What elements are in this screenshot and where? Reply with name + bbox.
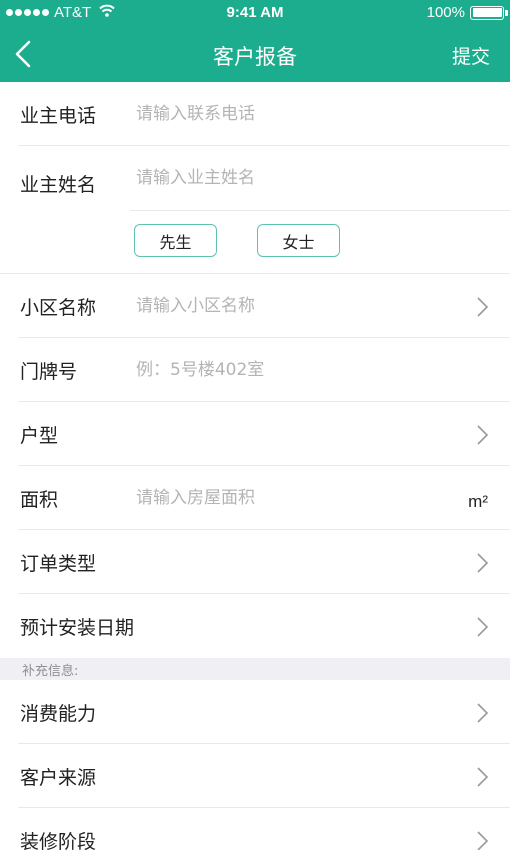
community-label: 小区名称 — [20, 296, 97, 319]
owner-name-block: 业主姓名 先生 女士 — [0, 146, 510, 274]
house-type-label: 户型 — [20, 424, 59, 447]
order-type-row[interactable]: 订单类型 — [0, 530, 510, 594]
battery-level-fill — [472, 8, 502, 17]
door-number-row: 门牌号 — [0, 338, 510, 402]
owner-phone-input[interactable] — [136, 104, 436, 124]
chevron-right-icon — [477, 767, 489, 787]
gender-selector: 先生 女士 — [134, 224, 340, 257]
chevron-right-icon — [477, 553, 489, 573]
back-button[interactable] — [14, 38, 44, 70]
owner-name-input[interactable] — [136, 168, 436, 188]
owner-name-divider — [130, 210, 510, 211]
door-number-label: 门牌号 — [20, 360, 78, 383]
chevron-right-icon — [477, 425, 489, 445]
report-form: 业主电话 业主姓名 先生 女士 小区名称 门牌号 户型 面积 m² 订单类型 — [0, 82, 510, 850]
submit-button[interactable]: 提交 — [452, 42, 490, 69]
spending-power-label: 消费能力 — [20, 702, 97, 725]
battery-icon — [470, 5, 508, 20]
supplement-section-header: 补充信息: — [0, 658, 510, 680]
customer-source-label: 客户来源 — [20, 766, 97, 789]
status-right: 100% — [426, 4, 508, 21]
order-type-label: 订单类型 — [20, 552, 97, 575]
owner-name-label: 业主姓名 — [20, 174, 97, 196]
community-input[interactable] — [136, 296, 436, 316]
area-row: 面积 m² — [0, 466, 510, 530]
chevron-right-icon — [477, 617, 489, 637]
battery-percent: 100% — [426, 4, 465, 21]
chevron-right-icon — [477, 297, 489, 317]
renovation-stage-row[interactable]: 装修阶段 — [0, 808, 510, 850]
community-row[interactable]: 小区名称 — [0, 274, 510, 338]
owner-phone-label: 业主电话 — [20, 104, 97, 127]
door-number-input[interactable] — [136, 360, 436, 380]
area-input[interactable] — [136, 488, 436, 508]
install-date-row[interactable]: 预计安装日期 — [0, 594, 510, 658]
install-date-label: 预计安装日期 — [20, 616, 135, 639]
chevron-right-icon — [477, 831, 489, 850]
owner-phone-row: 业主电话 — [0, 82, 510, 146]
house-type-row[interactable]: 户型 — [0, 402, 510, 466]
area-label: 面积 — [20, 488, 59, 511]
page-title: 客户报备 — [213, 45, 297, 69]
chevron-left-icon — [15, 40, 31, 68]
gender-male-button[interactable]: 先生 — [134, 224, 217, 257]
customer-source-row[interactable]: 客户来源 — [0, 744, 510, 808]
chevron-right-icon — [477, 703, 489, 723]
area-unit: m² — [468, 492, 488, 511]
renovation-stage-label: 装修阶段 — [20, 830, 97, 850]
spending-power-row[interactable]: 消费能力 — [0, 680, 510, 744]
navigation-bar: 客户报备 提交 — [0, 26, 510, 82]
status-bar: AT&T 9:41 AM 100% — [0, 0, 510, 26]
gender-female-button[interactable]: 女士 — [257, 224, 340, 257]
